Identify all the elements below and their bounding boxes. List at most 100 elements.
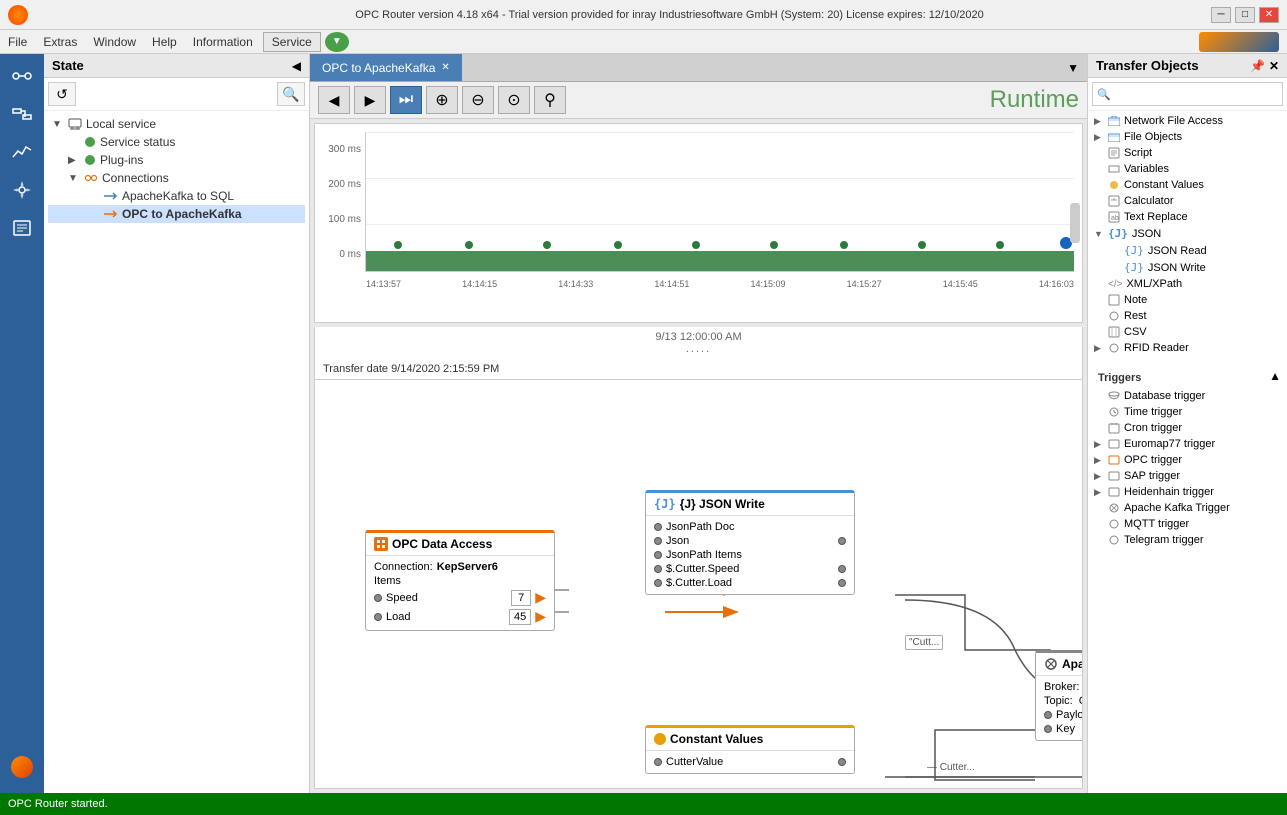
to-item-note[interactable]: Note — [1090, 292, 1285, 308]
to-item-cron-trigger[interactable]: Cron trigger — [1090, 420, 1285, 436]
sap-trigger-label: SAP trigger — [1124, 470, 1180, 482]
x-label-2: 14:14:33 — [558, 279, 593, 289]
euromap-trigger-icon — [1108, 438, 1120, 450]
forward-button[interactable]: ▶ — [354, 86, 386, 114]
main-area: State ◀ ↺ 🔍 ▼ Local service Service stat… — [0, 54, 1287, 793]
to-item-json-folder[interactable]: ▼ {J} JSON — [1090, 225, 1285, 242]
json-folder-icon: {J} — [1108, 227, 1128, 240]
menu-information[interactable]: Information — [185, 33, 261, 51]
to-item-script[interactable]: Script — [1090, 145, 1285, 161]
calculator-label: Calculator — [1124, 195, 1174, 207]
menu-file[interactable]: File — [0, 33, 35, 51]
transfer-pin-icon[interactable]: 📌 — [1250, 59, 1265, 73]
json-node-body: JsonPath Doc Json JsonPath Items $.Cutte… — [646, 516, 854, 594]
triggers-collapse-icon[interactable]: ▲ — [1269, 369, 1281, 383]
to-item-opc-trigger[interactable]: ▶ OPC trigger — [1090, 452, 1285, 468]
transfer-tree: ▶ Network File Access ▶ File Objects Scr… — [1088, 111, 1287, 793]
sidebar-icon-settings[interactable] — [4, 172, 40, 208]
maximize-button[interactable]: □ — [1235, 7, 1255, 23]
date-sep-text: 9/13 12:00:00 AM — [655, 331, 741, 343]
transfer-search-area: 🔍 — [1088, 78, 1287, 111]
transfer-search-input[interactable] — [1111, 85, 1278, 103]
tab-close-icon[interactable]: ✕ — [441, 62, 449, 73]
transfer-header: Transfer Objects 📌 ✕ — [1088, 54, 1287, 78]
kafka-node[interactable]: Apache Kafka Broker: Apache Kafka Topic:… — [1035, 650, 1083, 741]
opc-node-title: OPC Data Access — [392, 537, 492, 551]
to-item-sap-trigger[interactable]: ▶ SAP trigger — [1090, 468, 1285, 484]
tree-opc-apachekafka[interactable]: OPC to ApacheKafka — [48, 205, 305, 223]
to-item-euromap-trigger[interactable]: ▶ Euromap77 trigger — [1090, 436, 1285, 452]
menu-window[interactable]: Window — [85, 33, 144, 51]
json-node[interactable]: {J} {J} JSON Write JsonPath Doc Json — [645, 490, 855, 595]
menu-extras[interactable]: Extras — [35, 33, 85, 51]
sidebar-icon-connections[interactable] — [4, 58, 40, 94]
play-button[interactable]: ⏭ — [390, 86, 422, 114]
to-item-rest[interactable]: Rest — [1090, 308, 1285, 324]
kafka-node-header: Apache Kafka — [1036, 653, 1083, 676]
transfer-close-icon[interactable]: ✕ — [1269, 59, 1279, 73]
opc-node[interactable]: OPC Data Access Connection: KepServer6 I… — [365, 530, 555, 631]
triggers-section-header[interactable]: Triggers ▲ — [1090, 364, 1285, 388]
tree-service-status[interactable]: Service status — [48, 133, 305, 151]
jsonpath-doc-label: JsonPath Doc — [666, 521, 734, 533]
state-collapse-icon[interactable]: ◀ — [292, 59, 301, 73]
file-folder-icon — [1108, 132, 1120, 142]
rest-label: Rest — [1124, 310, 1147, 322]
speed-path-row: $.Cutter.Speed — [654, 562, 846, 576]
rfid-label: RFID Reader — [1124, 342, 1189, 354]
refresh-button[interactable]: ↺ — [48, 82, 76, 106]
tab-opc-apachekafka[interactable]: OPC to ApacheKafka ✕ — [310, 54, 462, 81]
to-item-file-objects[interactable]: ▶ File Objects — [1090, 129, 1285, 145]
chart-scroll-handle[interactable] — [1070, 203, 1080, 243]
const-node[interactable]: Constant Values CutterValue — [645, 725, 855, 774]
minimize-button[interactable]: ─ — [1211, 7, 1231, 23]
grid-line-3 — [366, 224, 1074, 225]
to-item-json-read[interactable]: {J} JSON Read — [1090, 242, 1285, 259]
search-button[interactable]: ⚲ — [534, 86, 566, 114]
to-item-csv[interactable]: CSV — [1090, 324, 1285, 340]
tree-apachekafka-sql[interactable]: ApacheKafka to SQL — [48, 187, 305, 205]
chart-timeline[interactable] — [366, 251, 1074, 271]
to-item-rfid[interactable]: ▶ RFID Reader — [1090, 340, 1285, 356]
close-button[interactable]: ✕ — [1259, 7, 1279, 23]
opc-items-row: Items — [374, 574, 546, 588]
back-button[interactable]: ◀ — [318, 86, 350, 114]
zoom-fit-button[interactable]: ⊙ — [498, 86, 530, 114]
state-toolbar: ↺ 🔍 — [44, 78, 309, 111]
opc-load-port — [374, 613, 382, 621]
sidebar-icon-logs[interactable] — [4, 210, 40, 246]
svg-text:ab: ab — [1111, 215, 1119, 222]
to-item-kafka-trigger[interactable]: Apache Kafka Trigger — [1090, 500, 1285, 516]
to-item-database-trigger[interactable]: Database trigger — [1090, 388, 1285, 404]
csv-label: CSV — [1124, 326, 1147, 338]
to-item-network-file[interactable]: ▶ Network File Access — [1090, 113, 1285, 129]
chart-plot: 14:13:57 14:14:15 14:14:33 14:14:51 14:1… — [365, 132, 1074, 272]
to-item-xml[interactable]: </> XML/XPath — [1090, 276, 1285, 292]
to-item-json-write[interactable]: {J} JSON Write — [1090, 259, 1285, 276]
to-item-time-trigger[interactable]: Time trigger — [1090, 404, 1285, 420]
tree-connections[interactable]: ▼ Connections — [48, 169, 305, 187]
to-item-calculator[interactable]: Calculator — [1090, 193, 1285, 209]
csv-icon — [1108, 326, 1120, 338]
sidebar-icon-opc[interactable] — [4, 749, 40, 785]
to-item-telegram-trigger[interactable]: Telegram trigger — [1090, 532, 1285, 548]
state-search-button[interactable]: 🔍 — [277, 82, 305, 106]
chart-dot-8 — [918, 241, 926, 249]
tree-plugins[interactable]: ▶ Plug-ins — [48, 151, 305, 169]
to-item-mqtt-trigger[interactable]: MQTT trigger — [1090, 516, 1285, 532]
tree-local-service[interactable]: ▼ Local service — [48, 115, 305, 133]
tab-collapse-button[interactable]: ▼ — [1059, 57, 1087, 79]
menu-service[interactable]: Service — [263, 32, 321, 52]
diagram-canvas[interactable]: OPC Data Access Connection: KepServer6 I… — [314, 379, 1083, 789]
to-item-constant-values[interactable]: Constant Values — [1090, 177, 1285, 193]
to-item-variables[interactable]: Variables — [1090, 161, 1285, 177]
to-item-heidenhain-trigger[interactable]: ▶ Heidenhain trigger — [1090, 484, 1285, 500]
menu-help[interactable]: Help — [144, 33, 185, 51]
to-item-text-replace[interactable]: ab Text Replace — [1090, 209, 1285, 225]
sidebar-icon-monitor[interactable] — [4, 134, 40, 170]
json-folder-label: JSON — [1132, 228, 1161, 240]
kafka-topic-label: Topic: — [1044, 695, 1073, 707]
zoom-out-button[interactable]: ⊖ — [462, 86, 494, 114]
sidebar-icon-transfer[interactable] — [4, 96, 40, 132]
zoom-in-button[interactable]: ⊕ — [426, 86, 458, 114]
